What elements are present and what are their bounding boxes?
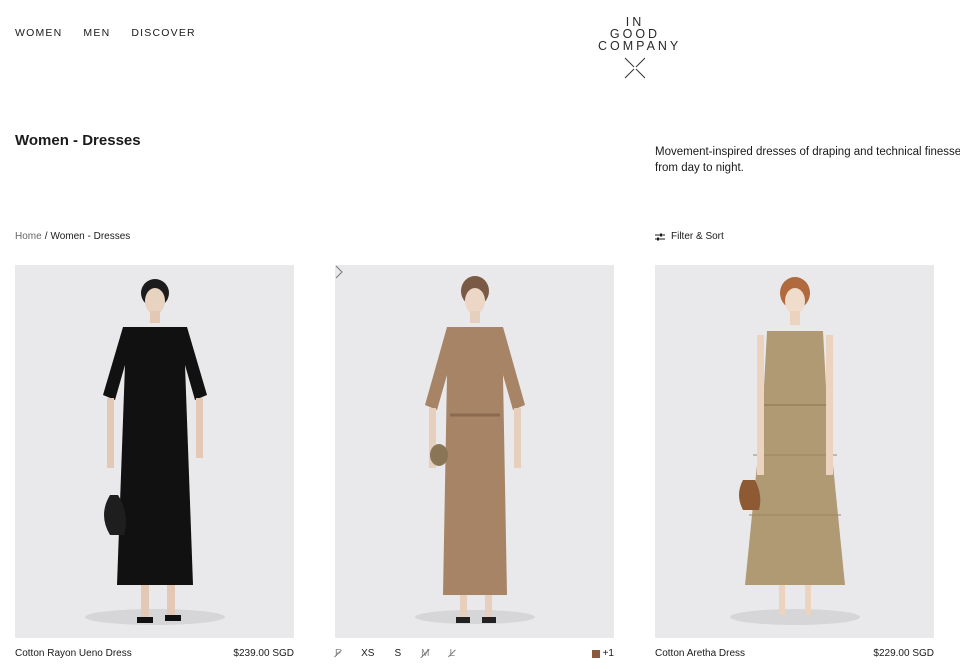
filter-sort-label: Filter & Sort <box>671 231 724 242</box>
nav-men[interactable]: MEN <box>83 27 110 39</box>
filter-sort-button[interactable]: Filter & Sort <box>655 231 724 242</box>
breadcrumb: Home / Women - Dresses <box>15 231 130 242</box>
product-card[interactable]: Cotton Rayon Ueno Dress $239.00 SGD <box>15 265 294 659</box>
color-swatch-chip <box>591 649 600 658</box>
logo-line-1: IN GOOD <box>609 15 661 41</box>
product-name[interactable]: Cotton Rayon Ueno Dress <box>15 648 132 659</box>
size-option[interactable]: S <box>394 648 401 659</box>
page-title: Women - Dresses <box>15 132 141 149</box>
product-info: Cotton Aretha Dress $229.00 SGD <box>655 648 934 659</box>
breadcrumb-separator: / <box>44 231 48 242</box>
product-card[interactable]: Cotton Aretha Dress $229.00 SGD <box>655 265 934 659</box>
product-image[interactable] <box>15 265 294 638</box>
product-name[interactable]: Cotton Aretha Dress <box>655 648 745 659</box>
description-line-1: Movement-inspired dresses of draping and… <box>655 146 960 158</box>
breadcrumb-current: Women - Dresses <box>50 231 131 242</box>
breadcrumb-home-link[interactable]: Home <box>15 231 42 242</box>
size-option[interactable]: F <box>335 648 341 659</box>
size-option[interactable]: L <box>449 648 455 659</box>
logo-mark-icon <box>624 57 646 79</box>
product-price: $239.00 SGD <box>233 648 294 659</box>
size-option[interactable]: XS <box>361 648 374 659</box>
product-info: Cotton Rayon Ueno Dress $239.00 SGD <box>15 648 294 659</box>
nav-discover[interactable]: DISCOVER <box>131 27 195 39</box>
product-price: $229.00 SGD <box>873 648 934 659</box>
description-line-2: from day to night. <box>655 162 744 174</box>
brand-logo[interactable]: IN GOOD COMPANY <box>598 15 682 79</box>
size-option[interactable]: M <box>421 648 429 659</box>
next-image-arrow-icon[interactable] <box>335 265 343 279</box>
category-description: Movement-inspired dresses of draping and… <box>655 144 960 176</box>
product-card[interactable]: F XS S M L +1 <box>335 265 614 659</box>
logo-line-2: COMPANY <box>598 39 682 53</box>
product-image[interactable] <box>335 265 614 638</box>
nav-women[interactable]: WOMEN <box>15 27 62 39</box>
sliders-icon <box>655 233 665 240</box>
color-swatch[interactable]: +1 <box>591 648 614 659</box>
size-selector: F XS S M L +1 <box>335 648 614 659</box>
product-image[interactable] <box>655 265 934 638</box>
main-nav: WOMEN MEN DISCOVER <box>15 27 196 39</box>
more-colors-count: +1 <box>602 648 614 659</box>
